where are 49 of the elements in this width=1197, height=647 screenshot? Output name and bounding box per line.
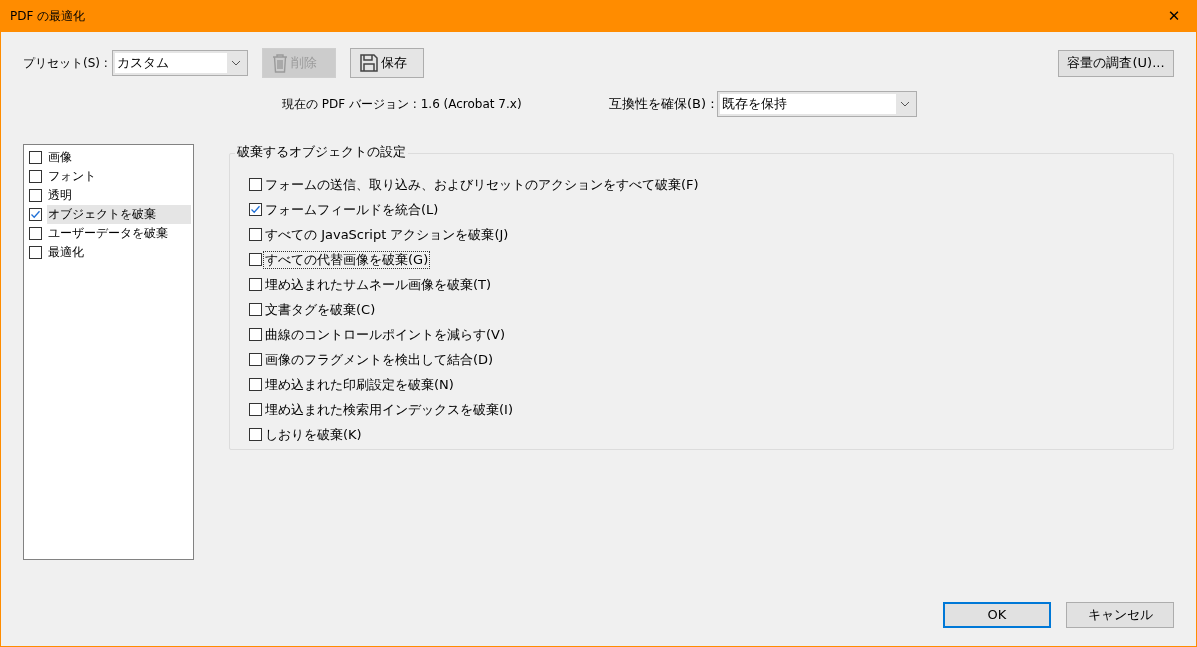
option-label[interactable]: しおりを破棄(K)	[263, 425, 364, 444]
chevron-down-icon	[230, 60, 241, 66]
checkbox[interactable]	[249, 328, 262, 341]
close-button[interactable]: ✕	[1151, 0, 1197, 32]
option-label[interactable]: 埋め込まれたサムネール画像を破棄(T)	[263, 275, 494, 294]
category-item[interactable]: オブジェクトを破棄	[47, 205, 191, 224]
option-label[interactable]: 埋め込まれた印刷設定を破棄(N)	[263, 375, 456, 394]
checkbox[interactable]	[249, 228, 262, 241]
option-label[interactable]: 曲線のコントロールポイントを減らす(V)	[263, 325, 508, 344]
compatibility-dropdown[interactable]: 既存を保持	[717, 91, 917, 117]
checkbox[interactable]	[29, 227, 42, 240]
option-label[interactable]: 埋め込まれた検索用インデックスを破棄(I)	[263, 400, 515, 419]
checkbox[interactable]	[29, 246, 42, 259]
category-item[interactable]: 最適化	[47, 243, 191, 262]
cancel-button[interactable]: キャンセル	[1066, 602, 1174, 628]
checkbox[interactable]	[29, 170, 42, 183]
checkbox[interactable]	[29, 151, 42, 164]
checkbox[interactable]	[249, 428, 262, 441]
option-label[interactable]: すべての JavaScript アクションを破棄(J)	[263, 225, 511, 244]
audit-button[interactable]: 容量の調査(U)...	[1058, 49, 1174, 77]
compatibility-label: 互換性を確保(B) :	[609, 95, 716, 114]
chevron-down-icon	[900, 101, 910, 107]
checkbox[interactable]	[249, 278, 262, 291]
group-title: 破棄するオブジェクトの設定	[235, 144, 408, 160]
trash-icon	[270, 53, 289, 73]
category-item[interactable]: フォント	[47, 167, 191, 186]
option-label[interactable]: フォームの送信、取り込み、およびリセットのアクションをすべて破棄(F)	[263, 175, 701, 194]
option-label[interactable]: すべての代替画像を破棄(G)	[263, 250, 431, 269]
checkbox[interactable]	[249, 403, 262, 416]
save-button[interactable]: 保存	[349, 48, 424, 78]
checkbox[interactable]	[249, 353, 262, 366]
checkbox[interactable]	[29, 189, 42, 202]
option-label[interactable]: フォームフィールドを統合(L)	[263, 200, 441, 219]
category-item[interactable]: 透明	[47, 186, 191, 205]
option-label[interactable]: 画像のフラグメントを検出して結合(D)	[263, 350, 496, 369]
checkbox[interactable]	[249, 303, 262, 316]
checkbox[interactable]	[249, 203, 262, 216]
window-title: PDF の最適化	[10, 8, 86, 25]
version-text: 現在の PDF バージョン : 1.6 (Acrobat 7.x)	[282, 96, 523, 113]
preset-dropdown[interactable]: カスタム	[111, 50, 248, 76]
category-item[interactable]: 画像	[47, 148, 191, 167]
ok-button[interactable]: OK	[943, 602, 1051, 628]
preset-label: プリセット(S) :	[23, 55, 108, 72]
option-label[interactable]: 文書タグを破棄(C)	[263, 300, 378, 319]
category-item[interactable]: ユーザーデータを破棄	[47, 224, 191, 243]
checkbox[interactable]	[29, 208, 42, 221]
checkbox[interactable]	[249, 253, 262, 266]
checkbox[interactable]	[249, 378, 262, 391]
checkbox[interactable]	[249, 178, 262, 191]
